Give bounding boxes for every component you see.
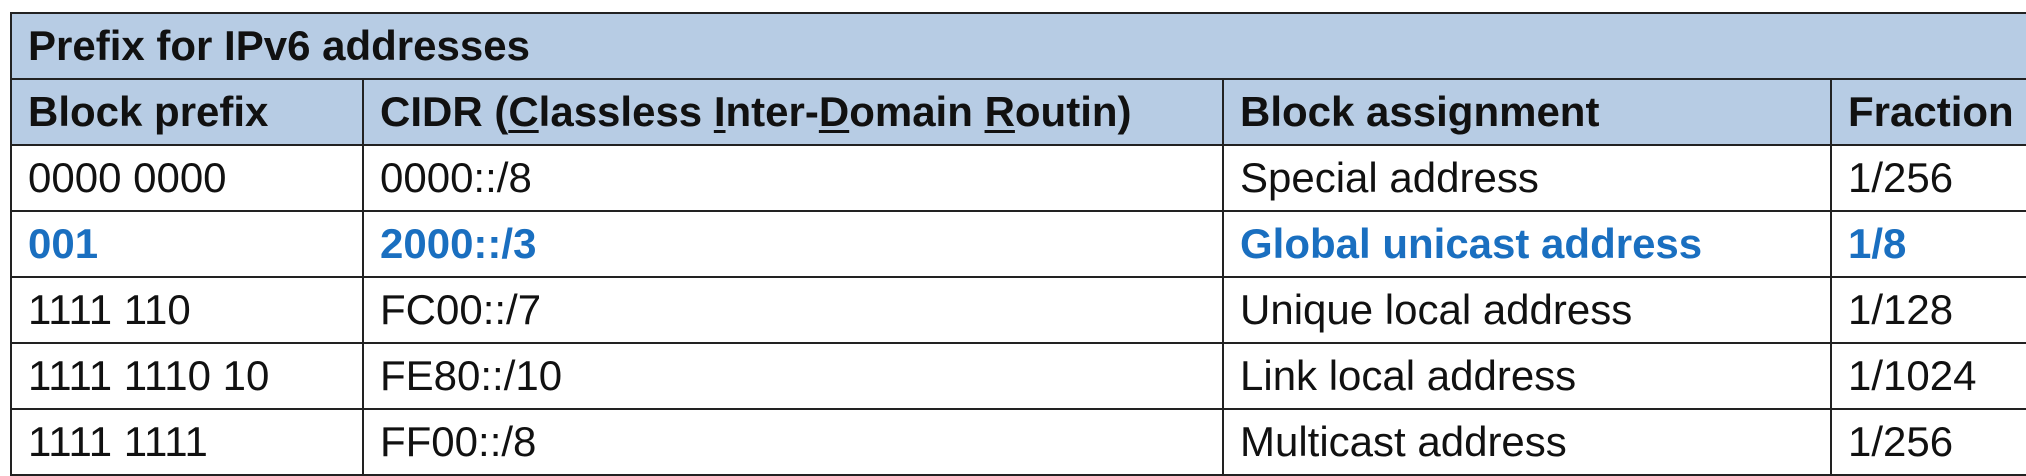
cell-cidr: FE80::/10 bbox=[362, 342, 1224, 410]
cell-cidr: FF00::/8 bbox=[362, 408, 1224, 476]
cidr-header-d-letter: D bbox=[818, 88, 850, 135]
cidr-header-i-letter: I bbox=[713, 88, 726, 135]
table-title: Prefix for IPv6 addresses bbox=[10, 12, 2026, 80]
cell-fraction: 1/1024 bbox=[1830, 342, 2026, 410]
cell-block-assignment: Global unicast address bbox=[1222, 210, 1832, 278]
cidr-header-i-rest: nter- bbox=[725, 88, 819, 135]
cell-cidr: 0000::/8 bbox=[362, 144, 1224, 212]
cell-fraction: 1/128 bbox=[1830, 276, 2026, 344]
table-row: 1111 1111 FF00::/8 Multicast address 1/2… bbox=[10, 408, 2026, 476]
cell-block-prefix: 1111 110 bbox=[10, 276, 364, 344]
cell-cidr: FC00::/7 bbox=[362, 276, 1224, 344]
column-header-row: Block prefix CIDR (Classless Inter-Domai… bbox=[10, 78, 2026, 146]
cell-block-assignment: Special address bbox=[1222, 144, 1832, 212]
cell-cidr: 2000::/3 bbox=[362, 210, 1224, 278]
cell-block-prefix: 1111 1111 bbox=[10, 408, 364, 476]
cell-block-prefix: 001 bbox=[10, 210, 364, 278]
ipv6-prefix-table-container: Prefix for IPv6 addresses Block prefix C… bbox=[10, 12, 2026, 476]
table-row: 0000 0000 0000::/8 Special address 1/256 bbox=[10, 144, 2026, 212]
table-row: 1111 110 FC00::/7 Unique local address 1… bbox=[10, 276, 2026, 344]
column-header-block-prefix: Block prefix bbox=[10, 78, 364, 146]
cell-block-assignment: Multicast address bbox=[1222, 408, 1832, 476]
cidr-header-d-rest: omain bbox=[849, 88, 985, 135]
table-row: 001 2000::/3 Global unicast address 1/8 bbox=[10, 210, 2026, 278]
cell-fraction: 1/8 bbox=[1830, 210, 2026, 278]
cell-block-assignment: Unique local address bbox=[1222, 276, 1832, 344]
cell-fraction: 1/256 bbox=[1830, 408, 2026, 476]
cidr-header-prefix: CIDR ( bbox=[380, 88, 509, 135]
cidr-header-r-rest: outin) bbox=[1014, 88, 1132, 135]
cell-block-prefix: 0000 0000 bbox=[10, 144, 364, 212]
cell-block-prefix: 1111 1110 10 bbox=[10, 342, 364, 410]
table-row: 1111 1110 10 FE80::/10 Link local addres… bbox=[10, 342, 2026, 410]
cidr-header-r-letter: R bbox=[984, 88, 1015, 135]
column-header-block-assignment: Block assignment bbox=[1222, 78, 1832, 146]
cell-block-assignment: Link local address bbox=[1222, 342, 1832, 410]
cidr-header-c-letter: C bbox=[508, 88, 539, 135]
column-header-fraction: Fraction bbox=[1830, 78, 2026, 146]
ipv6-prefix-table: Prefix for IPv6 addresses Block prefix C… bbox=[10, 12, 2026, 476]
column-header-cidr: CIDR (Classless Inter-Domain Routin) bbox=[362, 78, 1224, 146]
cell-fraction: 1/256 bbox=[1830, 144, 2026, 212]
cidr-header-c-rest: lassless bbox=[538, 88, 714, 135]
table-title-row: Prefix for IPv6 addresses bbox=[10, 12, 2026, 80]
